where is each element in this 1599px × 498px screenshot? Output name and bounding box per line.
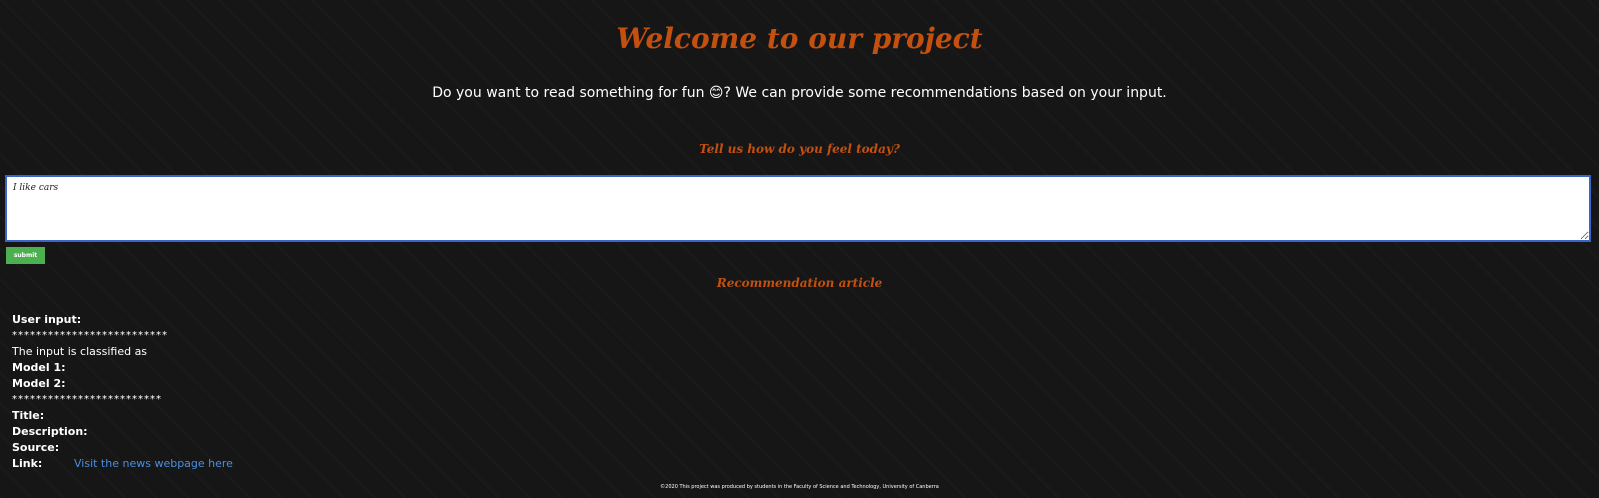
stars-divider-top: **************************: [12, 330, 168, 341]
submit-button[interactable]: submit: [6, 247, 45, 264]
stars-divider-bottom: *************************: [12, 394, 162, 405]
recommendation-results: User input: ************************** T…: [12, 312, 233, 472]
feeling-input[interactable]: I like cars: [5, 175, 1591, 242]
description-label: Description:: [12, 425, 88, 438]
link-label: Link:: [12, 457, 43, 470]
model1-label: Model 1:: [12, 361, 66, 374]
page-title: Welcome to our project: [616, 22, 983, 55]
link-row: Link: Visit the news webpage here: [12, 456, 233, 472]
title-label: Title:: [12, 409, 45, 422]
user-input-label: User input:: [12, 313, 82, 326]
footer-text: ©2020 This project was produced by stude…: [660, 484, 939, 490]
model2-label: Model 2:: [12, 377, 66, 390]
classified-text: The input is classified as: [12, 345, 148, 358]
news-webpage-link[interactable]: Visit the news webpage here: [74, 457, 233, 470]
feel-heading: Tell us how do you feel today?: [699, 142, 900, 156]
recommendation-heading: Recommendation article: [716, 276, 883, 290]
intro-text: Do you want to read something for fun 😊?…: [432, 85, 1167, 101]
source-label: Source:: [12, 441, 60, 454]
